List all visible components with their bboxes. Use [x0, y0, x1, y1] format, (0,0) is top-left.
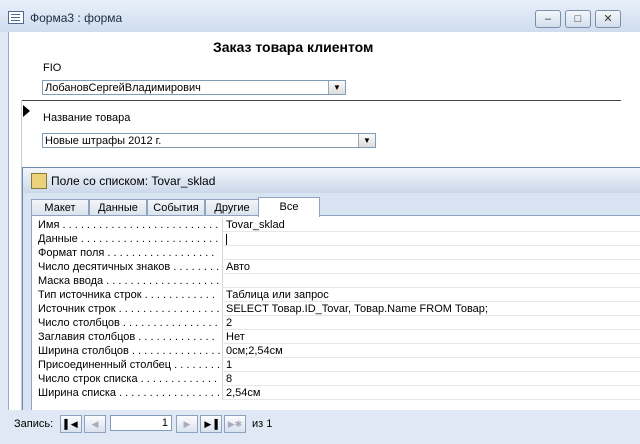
new-record-icon[interactable]: ▶✱: [224, 415, 246, 433]
property-row[interactable]: Присоединенный столбец . . . . . . . . .…: [32, 358, 640, 372]
property-name: Ширина списка . . . . . . . . . . . . . …: [38, 387, 220, 399]
close-button[interactable]: ✕: [595, 10, 621, 28]
property-row[interactable]: Число строк списка . . . . . . . . . . .…: [32, 372, 640, 386]
fio-combobox[interactable]: ЛобановСергейВладимирович ▼: [42, 80, 346, 95]
form-title: Заказ товара клиентом: [213, 39, 374, 55]
tab-all[interactable]: Все: [258, 197, 320, 217]
property-value[interactable]: [222, 274, 640, 288]
property-name: Имя . . . . . . . . . . . . . . . . . . …: [38, 219, 219, 231]
tab-data[interactable]: Данные: [89, 199, 147, 216]
property-value[interactable]: SELECT Товар.ID_Tovar, Товар.Name FROM Т…: [222, 302, 640, 316]
fio-label: FIO: [43, 62, 62, 74]
form-icon: [8, 11, 24, 24]
property-row[interactable]: Формат поля . . . . . . . . . . . . . . …: [32, 246, 640, 260]
property-value[interactable]: 2: [222, 316, 640, 330]
property-value-input[interactable]: [222, 232, 640, 246]
property-row[interactable]: Данные . . . . . . . . . . . . . . . . .…: [32, 232, 640, 246]
chevron-down-icon[interactable]: ▼: [358, 134, 375, 147]
record-label: Запись:: [14, 418, 54, 430]
minimize-button[interactable]: ‒: [535, 10, 561, 28]
tab-other[interactable]: Другие: [205, 199, 259, 216]
chevron-down-icon[interactable]: ▼: [328, 81, 345, 94]
property-row[interactable]: Источник строк . . . . . . . . . . . . .…: [32, 302, 640, 316]
property-name: Данные . . . . . . . . . . . . . . . . .…: [38, 233, 219, 245]
property-name: Источник строк . . . . . . . . . . . . .…: [38, 303, 220, 315]
previous-record-icon[interactable]: ◀: [84, 415, 106, 433]
property-row[interactable]: Тип источника строк . . . . . . . . . . …: [32, 288, 640, 302]
property-name: Тип источника строк . . . . . . . . . . …: [38, 289, 215, 301]
fio-value: ЛобановСергейВладимирович: [45, 82, 201, 94]
first-record-icon[interactable]: ▌◀: [60, 415, 82, 433]
property-sheet-title: Поле со списком: Tovar_sklad: [51, 174, 216, 188]
next-record-icon[interactable]: ▶: [176, 415, 198, 433]
record-count: из 1: [252, 418, 273, 430]
product-combobox[interactable]: Новые штрафы 2012 г. ▼: [42, 133, 376, 148]
property-value[interactable]: 0см;2,54см: [222, 344, 640, 358]
property-row[interactable]: Имя . . . . . . . . . . . . . . . . . . …: [32, 218, 640, 232]
property-value[interactable]: Авто: [222, 260, 640, 274]
property-sheet: Поле со списком: Tovar_sklad Макет Данны…: [22, 167, 640, 413]
property-value[interactable]: Нет: [222, 330, 640, 344]
property-name: Присоединенный столбец . . . . . . . . .: [38, 359, 222, 371]
window-titlebar: Форма3 : форма ‒ □ ✕: [0, 0, 640, 32]
tab-layout[interactable]: Макет: [31, 199, 89, 216]
property-name: Число строк списка . . . . . . . . . . .…: [38, 373, 218, 385]
property-row[interactable]: Ширина списка . . . . . . . . . . . . . …: [32, 386, 640, 400]
current-record-arrow-icon: [23, 105, 30, 117]
property-value[interactable]: 8: [222, 372, 640, 386]
property-row[interactable]: Число столбцов . . . . . . . . . . . . .…: [32, 316, 640, 330]
record-navigation-bar: Запись: ▌◀ ◀ 1 ▶ ▶▐ ▶✱ из 1: [0, 410, 640, 444]
restore-button[interactable]: □: [565, 10, 591, 28]
property-sheet-titlebar[interactable]: Поле со списком: Tovar_sklad: [23, 168, 640, 193]
product-value: Новые штрафы 2012 г.: [45, 135, 162, 147]
property-row[interactable]: Ширина столбцов . . . . . . . . . . . . …: [32, 344, 640, 358]
property-name: Маска ввода . . . . . . . . . . . . . . …: [38, 275, 220, 287]
current-record-input[interactable]: 1: [110, 415, 172, 431]
product-label: Название товара: [43, 112, 131, 124]
tab-events[interactable]: События: [147, 199, 205, 216]
properties-icon: [31, 173, 47, 189]
section-divider: [21, 100, 621, 101]
property-name: Заглавия столбцов . . . . . . . . . . . …: [38, 331, 215, 343]
window-title: Форма3 : форма: [30, 11, 123, 25]
property-row[interactable]: Маска ввода . . . . . . . . . . . . . . …: [32, 274, 640, 288]
last-record-icon[interactable]: ▶▐: [200, 415, 222, 433]
record-selector[interactable]: [9, 100, 22, 410]
property-row[interactable]: Заглавия столбцов . . . . . . . . . . . …: [32, 330, 640, 344]
property-name: Ширина столбцов . . . . . . . . . . . . …: [38, 345, 221, 357]
property-value[interactable]: 2,54см: [222, 386, 640, 400]
property-row[interactable]: Число десятичных знаков . . . . . . . .А…: [32, 260, 640, 274]
property-value[interactable]: 1: [222, 358, 640, 372]
text-cursor: [226, 233, 227, 245]
property-value[interactable]: Tovar_sklad: [222, 218, 640, 232]
property-grid: Имя . . . . . . . . . . . . . . . . . . …: [31, 215, 640, 412]
property-name: Число столбцов . . . . . . . . . . . . .…: [38, 317, 218, 329]
property-name: Число десятичных знаков . . . . . . . .: [38, 261, 220, 273]
property-value[interactable]: Таблица или запрос: [222, 288, 640, 302]
property-name: Формат поля . . . . . . . . . . . . . . …: [38, 247, 215, 259]
property-value[interactable]: [222, 246, 640, 260]
